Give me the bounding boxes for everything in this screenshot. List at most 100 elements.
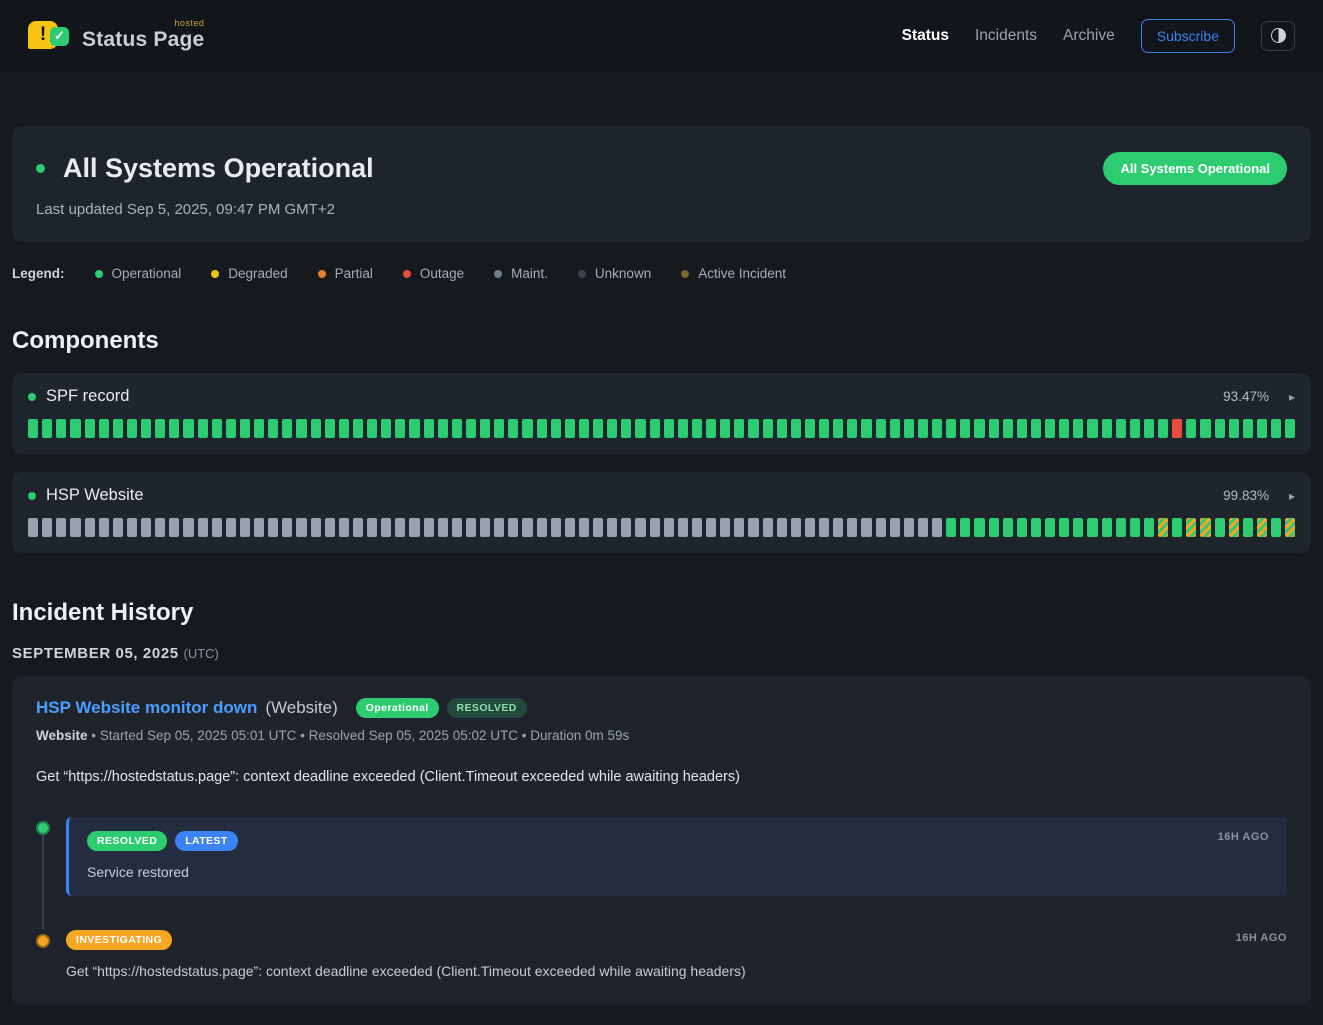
uptime-bar[interactable] — [650, 419, 660, 438]
uptime-bar[interactable] — [155, 419, 165, 438]
uptime-bar[interactable] — [424, 419, 434, 438]
uptime-bar[interactable] — [480, 419, 490, 438]
uptime-bar[interactable] — [198, 518, 208, 537]
uptime-bar[interactable] — [1172, 419, 1182, 438]
uptime-bar[interactable] — [1031, 419, 1041, 438]
uptime-bar[interactable] — [70, 518, 80, 537]
uptime-bar[interactable] — [720, 518, 730, 537]
uptime-bar[interactable] — [1087, 419, 1097, 438]
uptime-bar[interactable] — [1257, 518, 1267, 537]
uptime-bar[interactable] — [1285, 518, 1295, 537]
uptime-bar[interactable] — [155, 518, 165, 537]
uptime-bar[interactable] — [621, 419, 631, 438]
uptime-bar[interactable] — [1186, 518, 1196, 537]
uptime-bar[interactable] — [522, 419, 532, 438]
uptime-bar[interactable] — [311, 419, 321, 438]
uptime-bar[interactable] — [367, 518, 377, 537]
uptime-bar[interactable] — [1073, 518, 1083, 537]
uptime-bar[interactable] — [1200, 419, 1210, 438]
uptime-bar[interactable] — [1215, 419, 1225, 438]
uptime-bar[interactable] — [99, 518, 109, 537]
uptime-bar[interactable] — [42, 518, 52, 537]
uptime-bar[interactable] — [381, 518, 391, 537]
uptime-bar[interactable] — [960, 518, 970, 537]
uptime-bar[interactable] — [551, 419, 561, 438]
uptime-bar[interactable] — [282, 518, 292, 537]
uptime-bar[interactable] — [989, 419, 999, 438]
uptime-bar[interactable] — [494, 518, 504, 537]
uptime-bar[interactable] — [551, 518, 561, 537]
uptime-bar[interactable] — [904, 518, 914, 537]
uptime-bar[interactable] — [522, 518, 532, 537]
uptime-bar[interactable] — [226, 419, 236, 438]
uptime-bar[interactable] — [805, 518, 815, 537]
uptime-bar[interactable] — [692, 419, 702, 438]
uptime-bar[interactable] — [339, 419, 349, 438]
uptime-bar[interactable] — [791, 518, 801, 537]
uptime-bar[interactable] — [805, 419, 815, 438]
uptime-bar[interactable] — [537, 518, 547, 537]
uptime-bar[interactable] — [127, 518, 137, 537]
uptime-bar[interactable] — [240, 419, 250, 438]
uptime-bar[interactable] — [720, 419, 730, 438]
uptime-bar[interactable] — [833, 518, 843, 537]
incident-title-link[interactable]: HSP Website monitor down — [36, 698, 257, 718]
uptime-bar[interactable] — [635, 518, 645, 537]
uptime-bar[interactable] — [212, 419, 222, 438]
uptime-bar[interactable] — [692, 518, 702, 537]
uptime-bar[interactable] — [296, 518, 306, 537]
uptime-bar[interactable] — [494, 419, 504, 438]
uptime-bar[interactable] — [734, 419, 744, 438]
uptime-bar[interactable] — [1116, 419, 1126, 438]
uptime-bar[interactable] — [932, 518, 942, 537]
uptime-bar[interactable] — [1003, 419, 1013, 438]
uptime-bar[interactable] — [565, 518, 575, 537]
uptime-bar[interactable] — [876, 518, 886, 537]
uptime-bar[interactable] — [763, 518, 773, 537]
uptime-bar[interactable] — [1059, 518, 1069, 537]
uptime-bar[interactable] — [367, 419, 377, 438]
uptime-bar[interactable] — [1271, 518, 1281, 537]
uptime-bar[interactable] — [579, 419, 589, 438]
uptime-bar[interactable] — [99, 419, 109, 438]
uptime-bar[interactable] — [833, 419, 843, 438]
uptime-bar[interactable] — [1144, 518, 1154, 537]
uptime-bar[interactable] — [861, 518, 871, 537]
uptime-bar[interactable] — [1158, 518, 1168, 537]
chevron-right-icon[interactable]: ▸ — [1289, 489, 1295, 503]
uptime-bar[interactable] — [424, 518, 434, 537]
uptime-bar[interactable] — [508, 419, 518, 438]
uptime-bar[interactable] — [904, 419, 914, 438]
uptime-bar[interactable] — [1215, 518, 1225, 537]
uptime-bar[interactable] — [579, 518, 589, 537]
uptime-bar[interactable] — [989, 518, 999, 537]
uptime-bar[interactable] — [960, 419, 970, 438]
uptime-bar[interactable] — [85, 518, 95, 537]
uptime-bar[interactable] — [508, 518, 518, 537]
uptime-bar[interactable] — [876, 419, 886, 438]
nav-status[interactable]: Status — [902, 27, 949, 45]
uptime-bar[interactable] — [395, 518, 405, 537]
uptime-bar[interactable] — [1285, 419, 1295, 438]
uptime-bar[interactable] — [1045, 518, 1055, 537]
uptime-bar[interactable] — [169, 419, 179, 438]
uptime-bar[interactable] — [381, 419, 391, 438]
uptime-bar[interactable] — [593, 518, 603, 537]
uptime-bar[interactable] — [678, 419, 688, 438]
uptime-bar[interactable] — [777, 419, 787, 438]
uptime-bar[interactable] — [1229, 518, 1239, 537]
uptime-bar[interactable] — [254, 419, 264, 438]
uptime-bar[interactable] — [861, 419, 871, 438]
uptime-bar[interactable] — [974, 419, 984, 438]
uptime-bar[interactable] — [819, 518, 829, 537]
uptime-bar[interactable] — [240, 518, 250, 537]
uptime-bar[interactable] — [748, 419, 758, 438]
uptime-bar[interactable] — [1172, 518, 1182, 537]
uptime-bar[interactable] — [85, 419, 95, 438]
uptime-bar[interactable] — [452, 518, 462, 537]
uptime-bar[interactable] — [198, 419, 208, 438]
uptime-bar[interactable] — [819, 419, 829, 438]
uptime-bar[interactable] — [847, 419, 857, 438]
uptime-bar[interactable] — [353, 419, 363, 438]
uptime-bar[interactable] — [56, 518, 66, 537]
